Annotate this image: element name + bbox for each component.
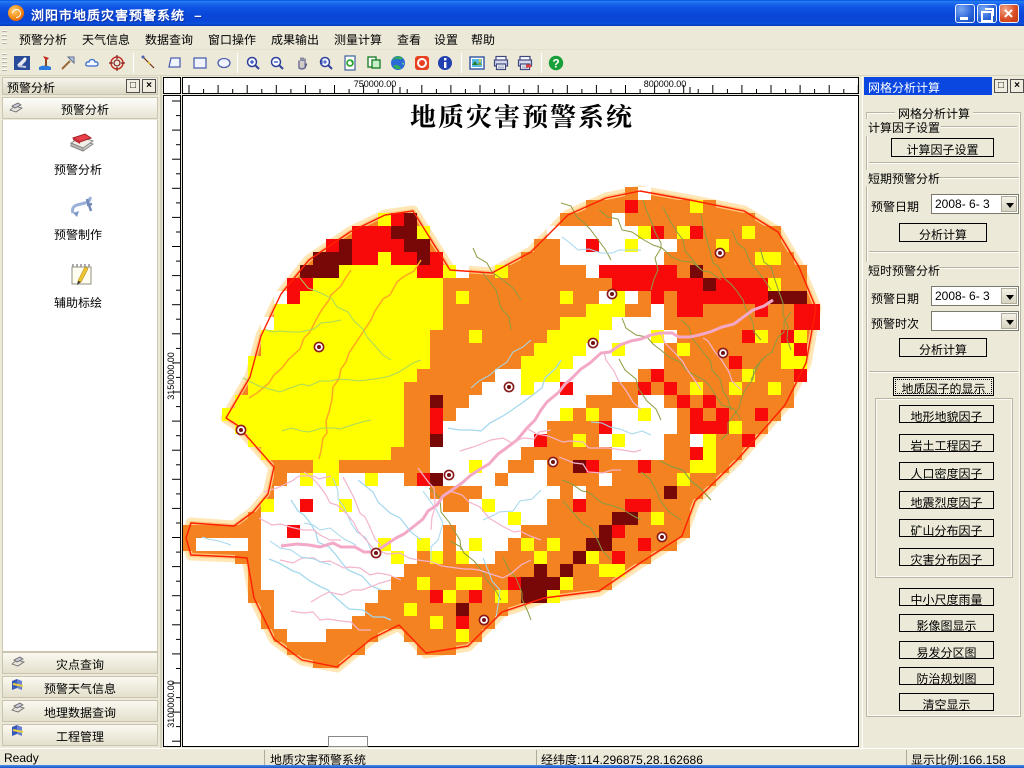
svg-text:800000.00: 800000.00 <box>644 79 687 89</box>
svg-text:3100000.00: 3100000.00 <box>166 680 176 728</box>
svg-text:地质灾害预警系统: 地质灾害预警系统 <box>410 97 634 134</box>
svg-text:?: ? <box>552 57 559 71</box>
svg-text:3150000.00: 3150000.00 <box>166 352 176 400</box>
svg-text:750000.00: 750000.00 <box>354 79 397 89</box>
